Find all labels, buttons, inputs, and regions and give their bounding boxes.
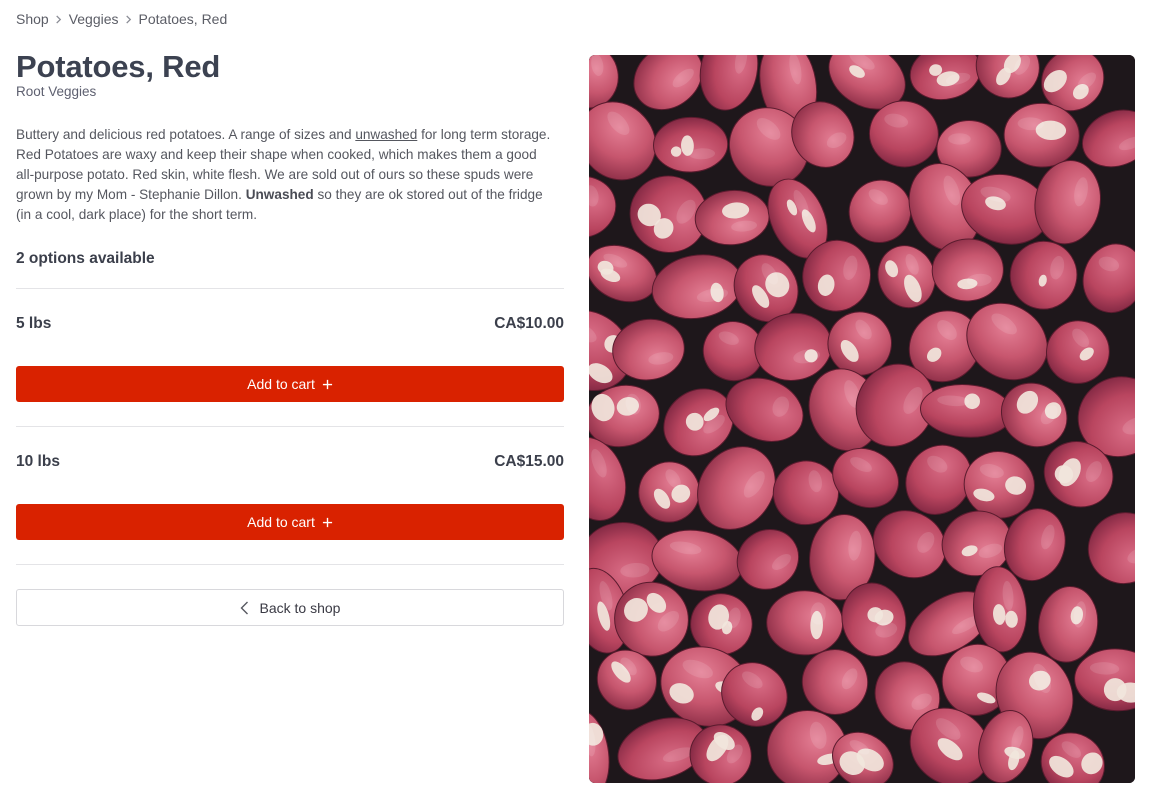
product-description: Buttery and delicious red potatoes. A ra… bbox=[16, 125, 556, 225]
option-5lbs: 5 lbs CA$10.00 Add to cart bbox=[16, 289, 564, 427]
options-count: 2 options available bbox=[16, 250, 564, 289]
option-row: 10 lbs CA$15.00 bbox=[16, 453, 564, 471]
potatoes-photo bbox=[589, 55, 1135, 783]
description-underlined: unwashed bbox=[355, 127, 418, 142]
back-to-shop-button[interactable]: Back to shop bbox=[16, 589, 564, 626]
breadcrumb-current: Potatoes, Red bbox=[138, 11, 228, 27]
add-to-cart-label: Add to cart bbox=[247, 376, 315, 392]
description-text: Buttery and delicious red potatoes. A ra… bbox=[16, 127, 356, 142]
add-to-cart-button[interactable]: Add to cart bbox=[16, 366, 564, 402]
option-row: 5 lbs CA$10.00 bbox=[16, 315, 564, 333]
page-title: Potatoes, Red bbox=[16, 49, 221, 84]
option-price: CA$10.00 bbox=[494, 315, 564, 332]
breadcrumb: Shop Veggies Potatoes, Red bbox=[16, 11, 227, 27]
plus-icon bbox=[322, 379, 332, 389]
option-size: 5 lbs bbox=[16, 315, 52, 332]
chevron-right-icon bbox=[49, 14, 69, 24]
option-price: CA$15.00 bbox=[494, 453, 564, 470]
option-10lbs: 10 lbs CA$15.00 Add to cart bbox=[16, 427, 564, 565]
potato bbox=[766, 590, 844, 656]
product-image bbox=[589, 55, 1135, 783]
chevron-left-icon bbox=[240, 601, 248, 614]
add-to-cart-label: Add to cart bbox=[247, 514, 315, 530]
product-category: Root Veggies bbox=[16, 84, 97, 99]
plus-icon bbox=[322, 517, 332, 527]
product-page: Shop Veggies Potatoes, Red Potatoes, Red… bbox=[0, 0, 1150, 793]
add-to-cart-button[interactable]: Add to cart bbox=[16, 504, 564, 540]
breadcrumb-shop[interactable]: Shop bbox=[16, 11, 49, 27]
product-details: Potatoes, Red Root Veggies Buttery and d… bbox=[16, 48, 564, 626]
chevron-right-icon bbox=[119, 14, 139, 24]
breadcrumb-veggies[interactable]: Veggies bbox=[69, 11, 119, 27]
option-size: 10 lbs bbox=[16, 453, 60, 470]
description-bold: Unwashed bbox=[245, 187, 314, 202]
back-to-shop-label: Back to shop bbox=[259, 599, 341, 616]
